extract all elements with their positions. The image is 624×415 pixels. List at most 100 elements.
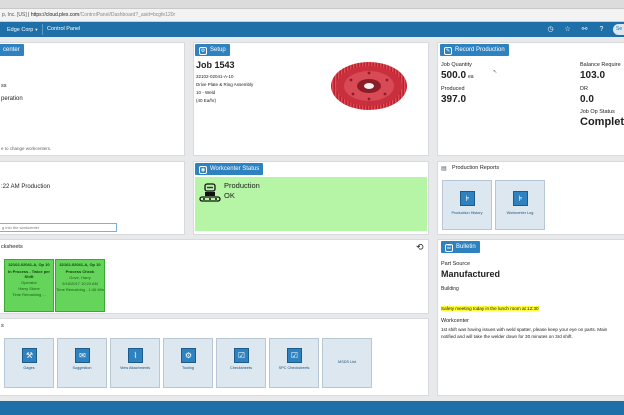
part-source-label: Part Source (441, 261, 471, 267)
produced-value: 397.0 (441, 94, 467, 105)
browser-tab-strip (0, 0, 624, 9)
checksheet-name: Harry Stone (18, 286, 40, 291)
cursor-icon: ↖ (493, 69, 498, 75)
bulletin-tab: ☰ Bulletin (441, 241, 480, 253)
workcenter-line2: peration (1, 96, 23, 102)
avatar[interactable]: Se (613, 24, 624, 35)
job-quantity-value: 500.0 ea (441, 70, 474, 81)
view-attachments-tile[interactable]: ⌇ View Attachments (110, 338, 160, 388)
url-host: https://cloud.plex.com (30, 12, 80, 18)
tooling-icon: ⚙ (181, 348, 196, 363)
checksheet-icon: ☑ (234, 348, 249, 363)
checksheet-item[interactable]: 32102-02041-A, Op 10 Process Check Gove,… (55, 259, 105, 312)
gages-label: Gages (23, 366, 35, 370)
job-number: Job 1543 (196, 60, 235, 70)
app-title: Control Panel (47, 26, 81, 32)
bulletin-card: ☰ Bulletin Part Source Manufactured Build… (437, 239, 624, 396)
status-line2: OK (224, 191, 235, 200)
star-icon[interactable]: ☆ (562, 24, 573, 35)
part-number: 32102-02041-A-10 (196, 74, 234, 79)
production-reports-card: ▤ Production Reports ⊧ Production Histor… (437, 161, 624, 235)
link-icon[interactable]: ⚯ (579, 24, 590, 35)
part-image (331, 62, 407, 110)
company-selector[interactable]: Edge Corp ▾ (0, 22, 45, 37)
workcenter-tab-label: center (3, 47, 20, 53)
log-entry: :22 AM Production (1, 184, 51, 190)
view-attachments-label: View Attachments (119, 366, 151, 370)
log-input[interactable]: g into the workcenter (0, 223, 117, 232)
checksheet-item[interactable]: 32102-02041-A, Op 10 In Process - Twice … (4, 259, 54, 312)
record-production-tab-label: Record Production (455, 47, 505, 53)
setup-tab: ⚙ Setup (195, 44, 230, 56)
checksheet-role: Operator (21, 280, 37, 285)
spc-icon: ☑ (287, 348, 302, 363)
bulletin-tab-label: Bulletin (456, 244, 476, 250)
checksheet-status: In Process - Twice per Shift (8, 269, 50, 279)
log-icon: ⊧ (513, 191, 528, 206)
job-op-status-label: Job Op Status (580, 109, 615, 115)
tooling-label: Tooling (181, 366, 195, 370)
workcenter-message-line1: 1st shift was having issues with weld sp… (441, 327, 608, 332)
help-icon[interactable]: ? (596, 24, 607, 35)
workcenter-status-panel: Production OK (195, 177, 427, 231)
production-history-label: Production History (451, 211, 483, 215)
checksheet-id: 32102-02041-A, Op 10 (59, 262, 101, 267)
company-name: Edge Corp (7, 27, 34, 33)
production-history-button[interactable]: ⊧ Production History (442, 180, 492, 230)
header-divider (42, 24, 43, 35)
production-reports-title: Production Reports (452, 165, 500, 171)
clock-icon[interactable]: ◷ (545, 24, 556, 35)
job-quantity-unit: ea (468, 74, 474, 80)
bulletin-icon: ☰ (445, 244, 453, 252)
url-path: /ControlPanel/Dashboard?_asid=bcgfe120r (79, 12, 176, 18)
balance-label: Balance Require (580, 62, 621, 68)
checksheet-extra: Time Remaining ... (12, 292, 46, 297)
workcenter-log-button[interactable]: ⊧ Workcenter Log (495, 180, 545, 230)
gear-icon: ⚙ (199, 47, 207, 55)
job-quantity-label: Job Quantity (441, 62, 472, 68)
workcenter-label: Workcenter (441, 318, 470, 324)
suggestion-label: Suggestion (72, 366, 92, 370)
record-production-tab[interactable]: ✎ Record Production (440, 44, 509, 56)
checksheets-label: Checksheets (230, 366, 252, 370)
checksheet-name: Gove, Harry (69, 275, 91, 280)
actions-title: s (1, 323, 4, 329)
workcenter-status-tab-label: Workcenter Status (210, 166, 260, 172)
chevron-down-icon: ▾ (35, 27, 38, 32)
status-line1: Production (224, 181, 260, 190)
workcenter-hint[interactable]: e to change workcenters. (1, 146, 51, 151)
spc-checksheets-tile[interactable]: ☑ SPC Checksheets (269, 338, 319, 388)
suggestion-tile[interactable]: ✉ Suggestion (57, 338, 107, 388)
checksheet-status: Process Check (65, 269, 95, 274)
setup-tab-label: Setup (210, 47, 226, 53)
tooling-tile[interactable]: ⚙ Tooling (163, 338, 213, 388)
dr-label: DR (580, 86, 588, 92)
reports-icon: ▤ (441, 166, 447, 172)
spc-checksheets-label: SPC Checksheets (278, 366, 310, 370)
balance-value: 103.0 (580, 70, 606, 81)
history-icon: ⊧ (460, 191, 475, 206)
record-icon: ✎ (444, 47, 452, 55)
gage-icon: ⚒ (22, 348, 37, 363)
app-header: Edge Corp ▾ Control Panel ◷ ☆ ⚯ ? Se (0, 22, 624, 37)
dr-value: 0.0 (580, 94, 594, 105)
record-production-card: ✎ Record Production Job Quantity 500.0 ea … (437, 42, 624, 156)
workcenter-message-line2: notified and will take the welder down f… (441, 334, 573, 339)
url-prefix: p, Inc. [US] (2, 12, 27, 18)
workcenter-tab: center (0, 44, 24, 56)
checksheets-tile[interactable]: ☑ Checksheets (216, 338, 266, 388)
workcenter-log-label: Workcenter Log (506, 211, 534, 215)
operation: 10 - Weld (196, 90, 216, 95)
building-label: Building (441, 286, 459, 292)
checksheets-title: cksheets (1, 244, 23, 250)
msds-list-tile[interactable]: MSDS List (322, 338, 372, 388)
checksheet-extra: Time Remaining - 1:46 Min (56, 287, 104, 292)
browser-address-bar[interactable]: p, Inc. [US] | https://cloud.plex.com/Co… (0, 9, 624, 22)
workcenter-status-tab: ◉ Workcenter Status (195, 163, 264, 175)
part-description: Drive Plate & Ring Assembly (196, 82, 254, 87)
refresh-icon[interactable]: ⟲ (416, 242, 424, 253)
job-op-status-value: Complete (580, 116, 624, 128)
conveyor-icon (199, 183, 221, 202)
produced-label: Produced (441, 86, 465, 92)
gages-tile[interactable]: ⚒ Gages (4, 338, 54, 388)
